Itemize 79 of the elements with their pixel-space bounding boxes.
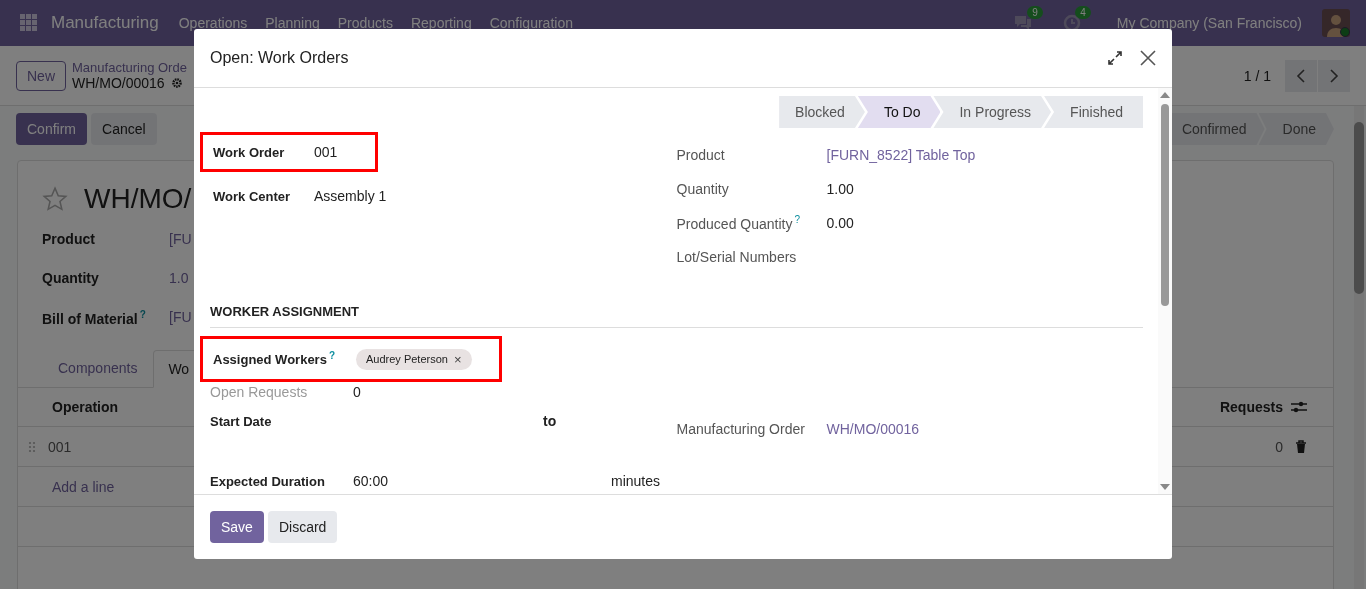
drag-handle-icon[interactable]: [28, 440, 36, 453]
field-label: Quantity: [676, 181, 730, 197]
table-cell: 001: [48, 438, 72, 455]
save-button[interactable]: Save: [210, 511, 264, 543]
field-label: Start Date: [210, 413, 273, 429]
date-range-separator: to: [543, 413, 557, 429]
chevron-right-icon: [1329, 68, 1339, 83]
table-cell: 0: [1275, 438, 1283, 455]
apps-grid-icon[interactable]: [20, 14, 38, 32]
next-button[interactable]: [1318, 59, 1350, 92]
field-label: Work Order: [213, 144, 286, 160]
menu-item[interactable]: Configuration: [489, 15, 573, 31]
order-link[interactable]: WH/MO/00016: [826, 421, 920, 437]
field-value: 0: [353, 384, 361, 400]
breadcrumb-link[interactable]: Manufacturing Orde: [72, 60, 187, 75]
field-value: 1.00: [826, 181, 854, 197]
menu-item[interactable]: Products: [337, 15, 393, 31]
record-title: WH/MO/: [84, 183, 192, 215]
unit-label: minutes: [611, 473, 661, 489]
pager-counter: 1 / 1: [1243, 67, 1271, 84]
new-button[interactable]: New: [16, 60, 66, 91]
page-scrollbar[interactable]: [1354, 106, 1364, 589]
field-label: Lot/Serial Numbers: [676, 249, 798, 265]
column-header[interactable]: Operation: [52, 399, 119, 415]
field-label: Produced Quantity$^{?}$: [676, 214, 802, 232]
chat-icon: [1012, 14, 1033, 32]
menu-item[interactable]: Operations: [178, 15, 248, 31]
section-heading: WORKER ASSIGNMENT: [210, 304, 1143, 328]
gear-icon[interactable]: [170, 77, 183, 89]
field-value: 0.00: [826, 215, 854, 231]
field-label: Bill of Material$^{?}$: [42, 309, 147, 329]
tag-label: Audrey Peterson: [366, 353, 448, 365]
record-name: WH/MO/00016: [72, 75, 165, 91]
menu-item[interactable]: Planning: [265, 15, 320, 31]
previous-button[interactable]: [1285, 59, 1317, 92]
expand-icon[interactable]: [1108, 51, 1122, 65]
count-badge: 4: [1075, 6, 1091, 19]
close-icon[interactable]: [1140, 50, 1156, 66]
field-label: Quantity: [42, 270, 100, 288]
discard-button[interactable]: Discard: [267, 511, 338, 543]
trash-icon[interactable]: [1295, 439, 1307, 454]
field-label: Assigned Workers$^{?}$: [213, 350, 337, 368]
star-icon[interactable]: [42, 186, 68, 212]
product-link[interactable]: [FURN_8522] Table Top: [826, 147, 976, 163]
field-label: Product: [676, 147, 726, 163]
field-label: Work Center: [213, 188, 292, 204]
cancel-button[interactable]: Cancel: [91, 113, 157, 145]
scroll-up-icon[interactable]: [1160, 92, 1170, 98]
field-value: 001: [314, 144, 338, 160]
field-value: Assembly 1: [314, 188, 387, 204]
chevron-left-icon: [1296, 68, 1306, 83]
notebook-tab[interactable]: Components: [42, 350, 154, 387]
app-name[interactable]: Manufacturing: [51, 13, 159, 33]
add-line-link[interactable]: Add a line: [28, 478, 115, 495]
field-value: 1.0: [169, 270, 189, 288]
field-label: Product: [42, 231, 96, 249]
column-header[interactable]: Requests: [1219, 399, 1283, 415]
messages-button[interactable]: 9: [1012, 6, 1043, 32]
stage-button[interactable]: Finished: [1044, 96, 1143, 128]
field-label: Manufacturing Order: [676, 421, 806, 437]
scroll-down-icon[interactable]: [1160, 484, 1170, 490]
user-avatar-icon[interactable]: [1322, 9, 1350, 37]
clock-icon: [1062, 14, 1081, 32]
field-label: Open Requests: [210, 384, 309, 400]
confirm-button[interactable]: Confirm: [16, 113, 87, 145]
menu-item[interactable]: Reporting: [410, 15, 472, 31]
field-label: Expected Duration: [210, 473, 326, 489]
field-value: [FU: [169, 231, 192, 249]
dialog-scrollbar[interactable]: [1158, 88, 1172, 494]
status-step[interactable]: Done: [1258, 113, 1334, 145]
stage-button[interactable]: In Progress: [933, 96, 1052, 128]
sliders-icon[interactable]: [1291, 400, 1307, 414]
field-value: [FU: [169, 309, 192, 327]
remove-tag-button[interactable]: ×: [453, 351, 462, 367]
stage-button[interactable]: Blocked: [779, 96, 865, 128]
count-badge: 9: [1027, 6, 1043, 19]
stage-button[interactable]: To Do: [857, 96, 941, 128]
field-value: 60:00: [353, 473, 390, 489]
dialog-title: Open: Work Orders: [210, 49, 349, 67]
